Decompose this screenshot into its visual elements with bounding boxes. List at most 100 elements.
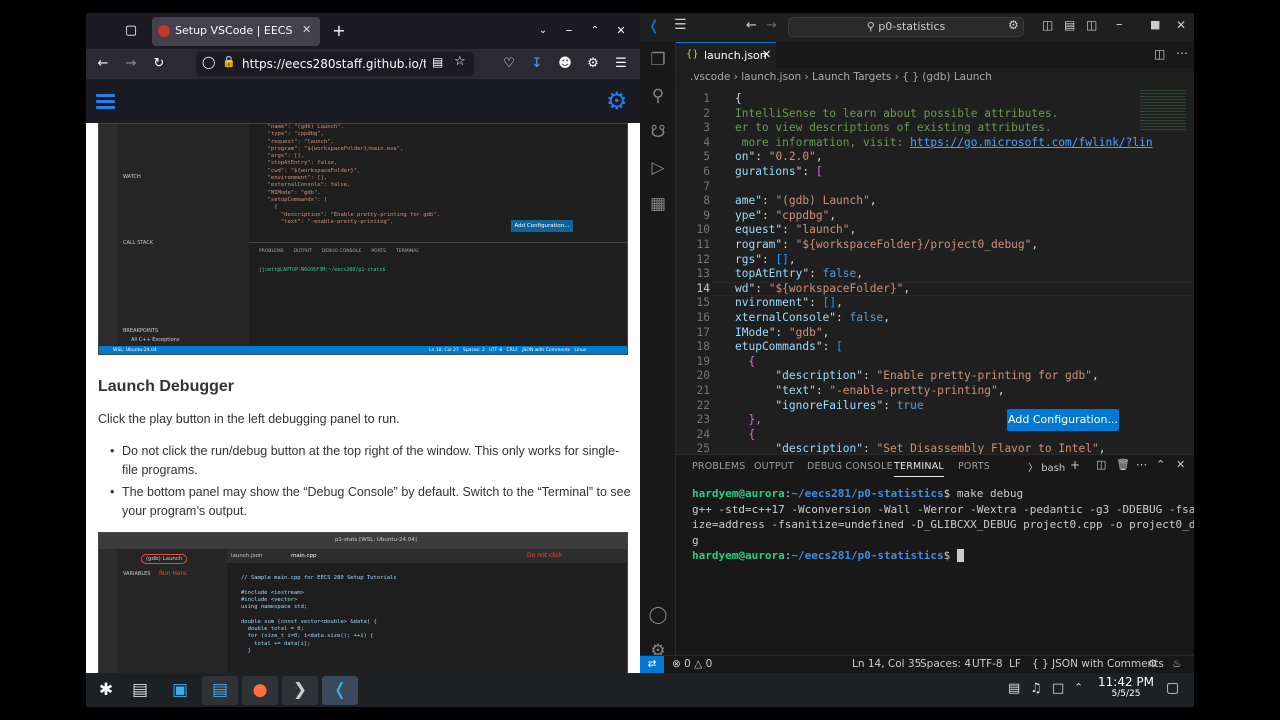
hamburger-menu-icon[interactable] [96,91,115,112]
url-text[interactable]: https://eecs280staff.github.io/tutori [242,57,426,71]
panel-tab-output[interactable]: OUTPUT [754,461,794,472]
minimap[interactable] [1136,86,1194,454]
copilot-status-icon[interactable]: ⚙ [1148,656,1157,673]
terminal-shell-label[interactable]: 〉 bash [1028,459,1065,474]
code-line: on": "0.2.0", [735,150,823,163]
copilot-icon[interactable]: ⚙ [1008,18,1019,32]
vscode-app-icon[interactable]: ❬ [322,676,358,705]
split-editor-icon[interactable]: ◫ [1154,47,1165,61]
breadcrumb-symbol[interactable]: { } (gdb) Launch [902,71,992,83]
breadcrumb-file[interactable]: launch.json [741,71,801,83]
run-debug-icon[interactable]: ▷ [640,150,676,186]
browser-tab[interactable]: Setup VSCode | EECS 280 ✕ [152,17,320,46]
pocket-icon[interactable]: ♡ [498,49,520,79]
shield-icon[interactable]: ◯ [202,55,215,69]
split-terminal-icon[interactable]: ◫ [1096,458,1106,471]
tab-list-icon[interactable]: ▢ [120,16,142,46]
panel-tab-terminal[interactable]: TERMINAL [894,461,944,477]
panel-tab-ports[interactable]: PORTS [958,461,990,472]
panel-tab-debug-console[interactable]: DEBUG CONSOLE [807,461,893,472]
language-mode[interactable]: { } JSON with Comments [1032,656,1164,673]
extensions-icon[interactable]: ▦ [640,186,676,222]
panel-tab-problems[interactable]: PROBLEMS [692,461,745,472]
editor-tab-launch-json[interactable]: {} launch.json ✕ [676,42,776,68]
task-manager-icon[interactable]: ▤ [122,676,158,705]
settings-gear-icon[interactable]: ⚙ [606,87,628,115]
volume-icon[interactable]: ♫ [1030,681,1042,696]
close-window-icon[interactable]: ✕ [610,16,632,46]
close-panel-icon[interactable]: ✕ [1176,458,1185,471]
code-line: IntelliSense to learn about possible att… [735,107,1058,120]
indentation[interactable]: Spaces: 4 [920,656,971,673]
cursor-position[interactable]: Ln 14, Col 35 [852,656,921,673]
tray-expand-icon[interactable]: ⌃ [1074,681,1083,694]
clipboard-icon[interactable]: ▤ [1008,681,1020,696]
window-minimize-icon[interactable]: – [1116,17,1123,32]
problems-status[interactable]: ⊗ 0 △ 0 [672,656,712,673]
code-line: { [735,355,755,368]
menu-icon[interactable]: ☰ [610,49,632,79]
show-desktop-icon[interactable]: ▢ [1166,680,1179,696]
reload-icon[interactable]: ↻ [148,49,170,79]
clock[interactable]: 11:42 PM 5/5/25 [1096,675,1156,699]
add-configuration-button[interactable]: Add Configuration... [1007,409,1119,431]
panel-more-icon[interactable]: ⋯ [1136,458,1147,471]
maximize-icon[interactable]: ⌃ [584,16,606,46]
toggle-secondary-sidebar-icon[interactable]: ◫ [1086,18,1097,32]
network-icon[interactable]: □ [1052,681,1064,696]
breadcrumb-folder[interactable]: .vscode [690,71,730,83]
reader-view-icon[interactable]: ▤ [432,55,443,69]
toggle-panel-icon[interactable]: ▤ [1064,18,1075,32]
back-icon[interactable]: ← [92,49,114,79]
toggle-sidebar-icon[interactable]: ◫ [1042,18,1053,32]
bullet-text-1: Do not click the run/debug button at the… [122,444,620,477]
firefox-icon[interactable]: ● [242,676,278,705]
file-manager-icon[interactable]: ▤ [202,676,238,705]
source-control-icon[interactable]: ☋ [640,114,676,150]
account-icon[interactable]: ☻ [554,49,576,79]
close-tab-icon[interactable]: ✕ [762,48,771,61]
code-token: ": [755,194,776,208]
code-token: rogram [735,238,776,251]
code-token: ": [802,267,823,281]
list-tabs-icon[interactable]: ⌄ [532,16,554,46]
nav-forward-icon[interactable]: → [766,18,777,33]
url-bar[interactable]: ◯ 🔒 https://eecs280staff.github.io/tutor… [196,52,474,76]
menu-icon[interactable]: ☰ [674,17,687,33]
downloads-icon[interactable]: ↧ [526,49,548,79]
minimize-icon[interactable]: – [558,16,580,46]
bookmark-star-icon[interactable]: ☆ [454,54,466,69]
code-token: etupCommands [735,340,816,354]
terminal-app-icon[interactable]: ❯ [282,676,318,705]
line-endings[interactable]: LF [1009,656,1021,673]
account-icon[interactable]: ◯ [640,597,676,633]
terminal-line-prompt[interactable]: hardyem@aurora:~/eecs281/p0-statistics$ [692,548,964,564]
kill-terminal-icon[interactable]: 🗑 [1116,458,1130,471]
nav-back-icon[interactable]: ← [746,18,757,33]
window-maximize-icon[interactable]: ■ [1150,18,1160,31]
search-icon[interactable]: ⚲ [640,78,676,114]
forward-icon[interactable]: → [120,49,142,79]
new-terminal-icon[interactable]: + [1070,458,1080,472]
breadcrumb-section[interactable]: Launch Targets [812,71,891,83]
remote-indicator-icon[interactable]: ⇄ [640,656,664,673]
more-actions-icon[interactable]: ⋯ [1176,46,1188,60]
mini-cpp-code: // Sample main.cpp for EECS 280 Setup Tu… [241,575,397,655]
code-editor[interactable]: 1 {2 IntelliSense to learn about possible … [676,86,1194,454]
extensions-icon[interactable]: ⚙ [582,49,604,79]
browser-nav-bar: ← → ↻ ◯ 🔒 https://eecs280staff.github.io… [86,49,640,79]
close-tab-icon[interactable]: ✕ [302,23,311,36]
mini-add-config-button: Add Configuration... [511,220,573,232]
lock-icon[interactable]: 🔒 [222,55,236,68]
code-line: { [735,428,755,441]
explorer-icon[interactable]: ❐ [640,42,676,78]
terminal-line-1: hardyem@aurora:~/eecs281/p0-statistics$ … [692,487,1024,500]
encoding[interactable]: UTF-8 [972,656,1003,673]
app-launcher-icon[interactable]: ✱ [88,676,124,705]
discover-icon[interactable]: ▣ [162,676,198,705]
new-tab-button[interactable]: + [328,16,350,46]
window-close-icon[interactable]: ✕ [1176,18,1186,32]
maximize-panel-icon[interactable]: ⌃ [1156,458,1165,471]
command-center-search[interactable]: ⚲ p0-statistics [788,17,1024,37]
notifications-bell-icon[interactable]: ♨ [1172,656,1181,673]
